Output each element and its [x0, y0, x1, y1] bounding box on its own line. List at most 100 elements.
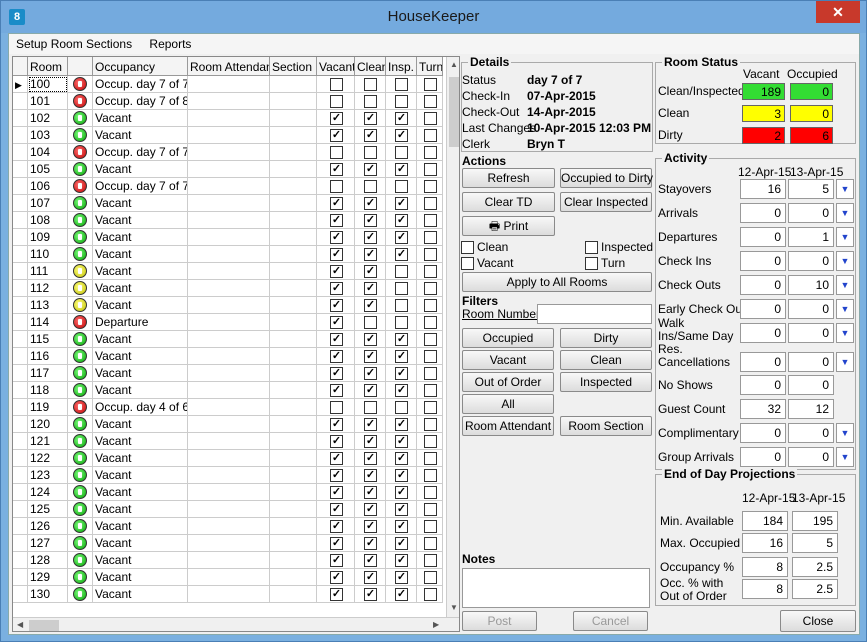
occupancy-cell[interactable]: Vacant: [93, 569, 188, 586]
table-row[interactable]: 109 Vacant ✓ ✓ ✓: [13, 229, 443, 246]
room-attendant-cell[interactable]: [188, 501, 270, 518]
section-cell[interactable]: [270, 178, 317, 195]
grid-header-col-0[interactable]: Room: [28, 57, 68, 76]
section-cell[interactable]: [270, 586, 317, 603]
room-number-cell[interactable]: 118: [28, 382, 68, 399]
clean-checkbox[interactable]: ✓: [364, 282, 377, 295]
table-row[interactable]: 104 Occup. day 7 of 7: [13, 144, 443, 161]
vacant-checkbox[interactable]: ✓: [330, 588, 343, 601]
insp-checkbox[interactable]: [395, 146, 408, 159]
room-attendant-cell[interactable]: [188, 161, 270, 178]
vacant-checkbox[interactable]: ✓: [330, 384, 343, 397]
row-selector[interactable]: ▶: [13, 76, 28, 93]
clean-checkbox[interactable]: ✓: [364, 333, 377, 346]
row-selector[interactable]: [13, 433, 28, 450]
table-row[interactable]: 108 Vacant ✓ ✓ ✓: [13, 212, 443, 229]
table-row[interactable]: 113 Vacant ✓ ✓: [13, 297, 443, 314]
insp-checkbox[interactable]: [395, 401, 408, 414]
vacant-checkbox[interactable]: ✓: [330, 129, 343, 142]
insp-checkbox[interactable]: ✓: [395, 384, 408, 397]
vacant-checkbox[interactable]: ✓: [330, 163, 343, 176]
section-cell[interactable]: [270, 280, 317, 297]
activity-dropdown-icon[interactable]: ▼: [836, 203, 854, 223]
row-selector[interactable]: [13, 178, 28, 195]
clean-checkbox[interactable]: ✓: [364, 214, 377, 227]
room-number-cell[interactable]: 112: [28, 280, 68, 297]
room-number-cell[interactable]: 117: [28, 365, 68, 382]
row-selector[interactable]: [13, 280, 28, 297]
room-number-cell[interactable]: 125: [28, 501, 68, 518]
occupancy-cell[interactable]: Occup. day 7 of 7: [93, 144, 188, 161]
room-number-cell[interactable]: 109: [28, 229, 68, 246]
apply-to-all-rooms-button[interactable]: Apply to All Rooms: [462, 272, 652, 292]
vacant-checkbox[interactable]: ✓: [330, 435, 343, 448]
section-cell[interactable]: [270, 229, 317, 246]
insp-checkbox[interactable]: ✓: [395, 129, 408, 142]
section-cell[interactable]: [270, 314, 317, 331]
occupancy-cell[interactable]: Vacant: [93, 195, 188, 212]
clean-checkbox[interactable]: ✓: [364, 197, 377, 210]
row-selector[interactable]: [13, 93, 28, 110]
room-attendant-cell[interactable]: [188, 331, 270, 348]
vacant-checkbox[interactable]: ✓: [330, 452, 343, 465]
clean-checkbox[interactable]: [461, 241, 474, 254]
filter-all-button[interactable]: All: [462, 394, 554, 414]
insp-checkbox[interactable]: ✓: [395, 231, 408, 244]
insp-checkbox[interactable]: [395, 316, 408, 329]
room-number-cell[interactable]: 111: [28, 263, 68, 280]
table-row[interactable]: 123 Vacant ✓ ✓ ✓: [13, 467, 443, 484]
clean-checkbox[interactable]: [364, 401, 377, 414]
occupancy-cell[interactable]: Vacant: [93, 161, 188, 178]
section-cell[interactable]: [270, 263, 317, 280]
insp-checkbox[interactable]: ✓: [395, 503, 408, 516]
scroll-right-arrow-icon[interactable]: ▶: [433, 620, 439, 629]
turn-checkbox[interactable]: [424, 248, 437, 261]
grid-header-col-4[interactable]: Section: [270, 57, 317, 76]
insp-checkbox[interactable]: ✓: [395, 537, 408, 550]
room-attendant-cell[interactable]: [188, 416, 270, 433]
row-selector[interactable]: [13, 348, 28, 365]
room-attendant-cell[interactable]: [188, 569, 270, 586]
vacant-checkbox[interactable]: [330, 146, 343, 159]
clean-checkbox[interactable]: ✓: [364, 231, 377, 244]
section-cell[interactable]: [270, 433, 317, 450]
room-attendant-cell[interactable]: [188, 586, 270, 603]
occupancy-cell[interactable]: Vacant: [93, 127, 188, 144]
row-selector[interactable]: [13, 552, 28, 569]
scroll-left-arrow-icon[interactable]: ◀: [17, 620, 23, 629]
menu-reports[interactable]: Reports: [142, 34, 198, 54]
vacant-checkbox[interactable]: ✓: [330, 197, 343, 210]
insp-checkbox[interactable]: ✓: [395, 367, 408, 380]
occupancy-cell[interactable]: Vacant: [93, 382, 188, 399]
horizontal-scroll-thumb[interactable]: [29, 620, 59, 631]
filter-vacant-button[interactable]: Vacant: [462, 350, 554, 370]
vacant-checkbox[interactable]: ✓: [330, 231, 343, 244]
insp-checkbox[interactable]: [395, 180, 408, 193]
section-cell[interactable]: [270, 195, 317, 212]
room-number-cell[interactable]: 124: [28, 484, 68, 501]
row-selector[interactable]: [13, 501, 28, 518]
room-number-cell[interactable]: 115: [28, 331, 68, 348]
insp-checkbox[interactable]: [395, 95, 408, 108]
vacant-checkbox[interactable]: ✓: [330, 520, 343, 533]
room-number-cell[interactable]: 123: [28, 467, 68, 484]
occupancy-cell[interactable]: Vacant: [93, 331, 188, 348]
turn-checkbox[interactable]: [424, 95, 437, 108]
cancel-button[interactable]: Cancel: [573, 611, 648, 631]
activity-dropdown-icon[interactable]: ▼: [836, 179, 854, 199]
grid-header-col-5[interactable]: Vacant: [317, 57, 355, 76]
row-selector[interactable]: [13, 195, 28, 212]
inspected-checkbox[interactable]: [585, 241, 598, 254]
occupancy-cell[interactable]: Vacant: [93, 501, 188, 518]
occupancy-cell[interactable]: Vacant: [93, 365, 188, 382]
scroll-down-arrow-icon[interactable]: ▼: [450, 603, 458, 612]
vacant-checkbox[interactable]: ✓: [330, 418, 343, 431]
filter-clean-button[interactable]: Clean: [560, 350, 652, 370]
clear-inspected-button[interactable]: Clear Inspected: [560, 192, 652, 212]
row-selector[interactable]: [13, 382, 28, 399]
print-button[interactable]: 🖶 Print: [462, 216, 555, 236]
turn-checkbox[interactable]: [424, 384, 437, 397]
turn-checkbox[interactable]: [424, 588, 437, 601]
room-attendant-cell[interactable]: [188, 450, 270, 467]
clean-checkbox[interactable]: ✓: [364, 435, 377, 448]
